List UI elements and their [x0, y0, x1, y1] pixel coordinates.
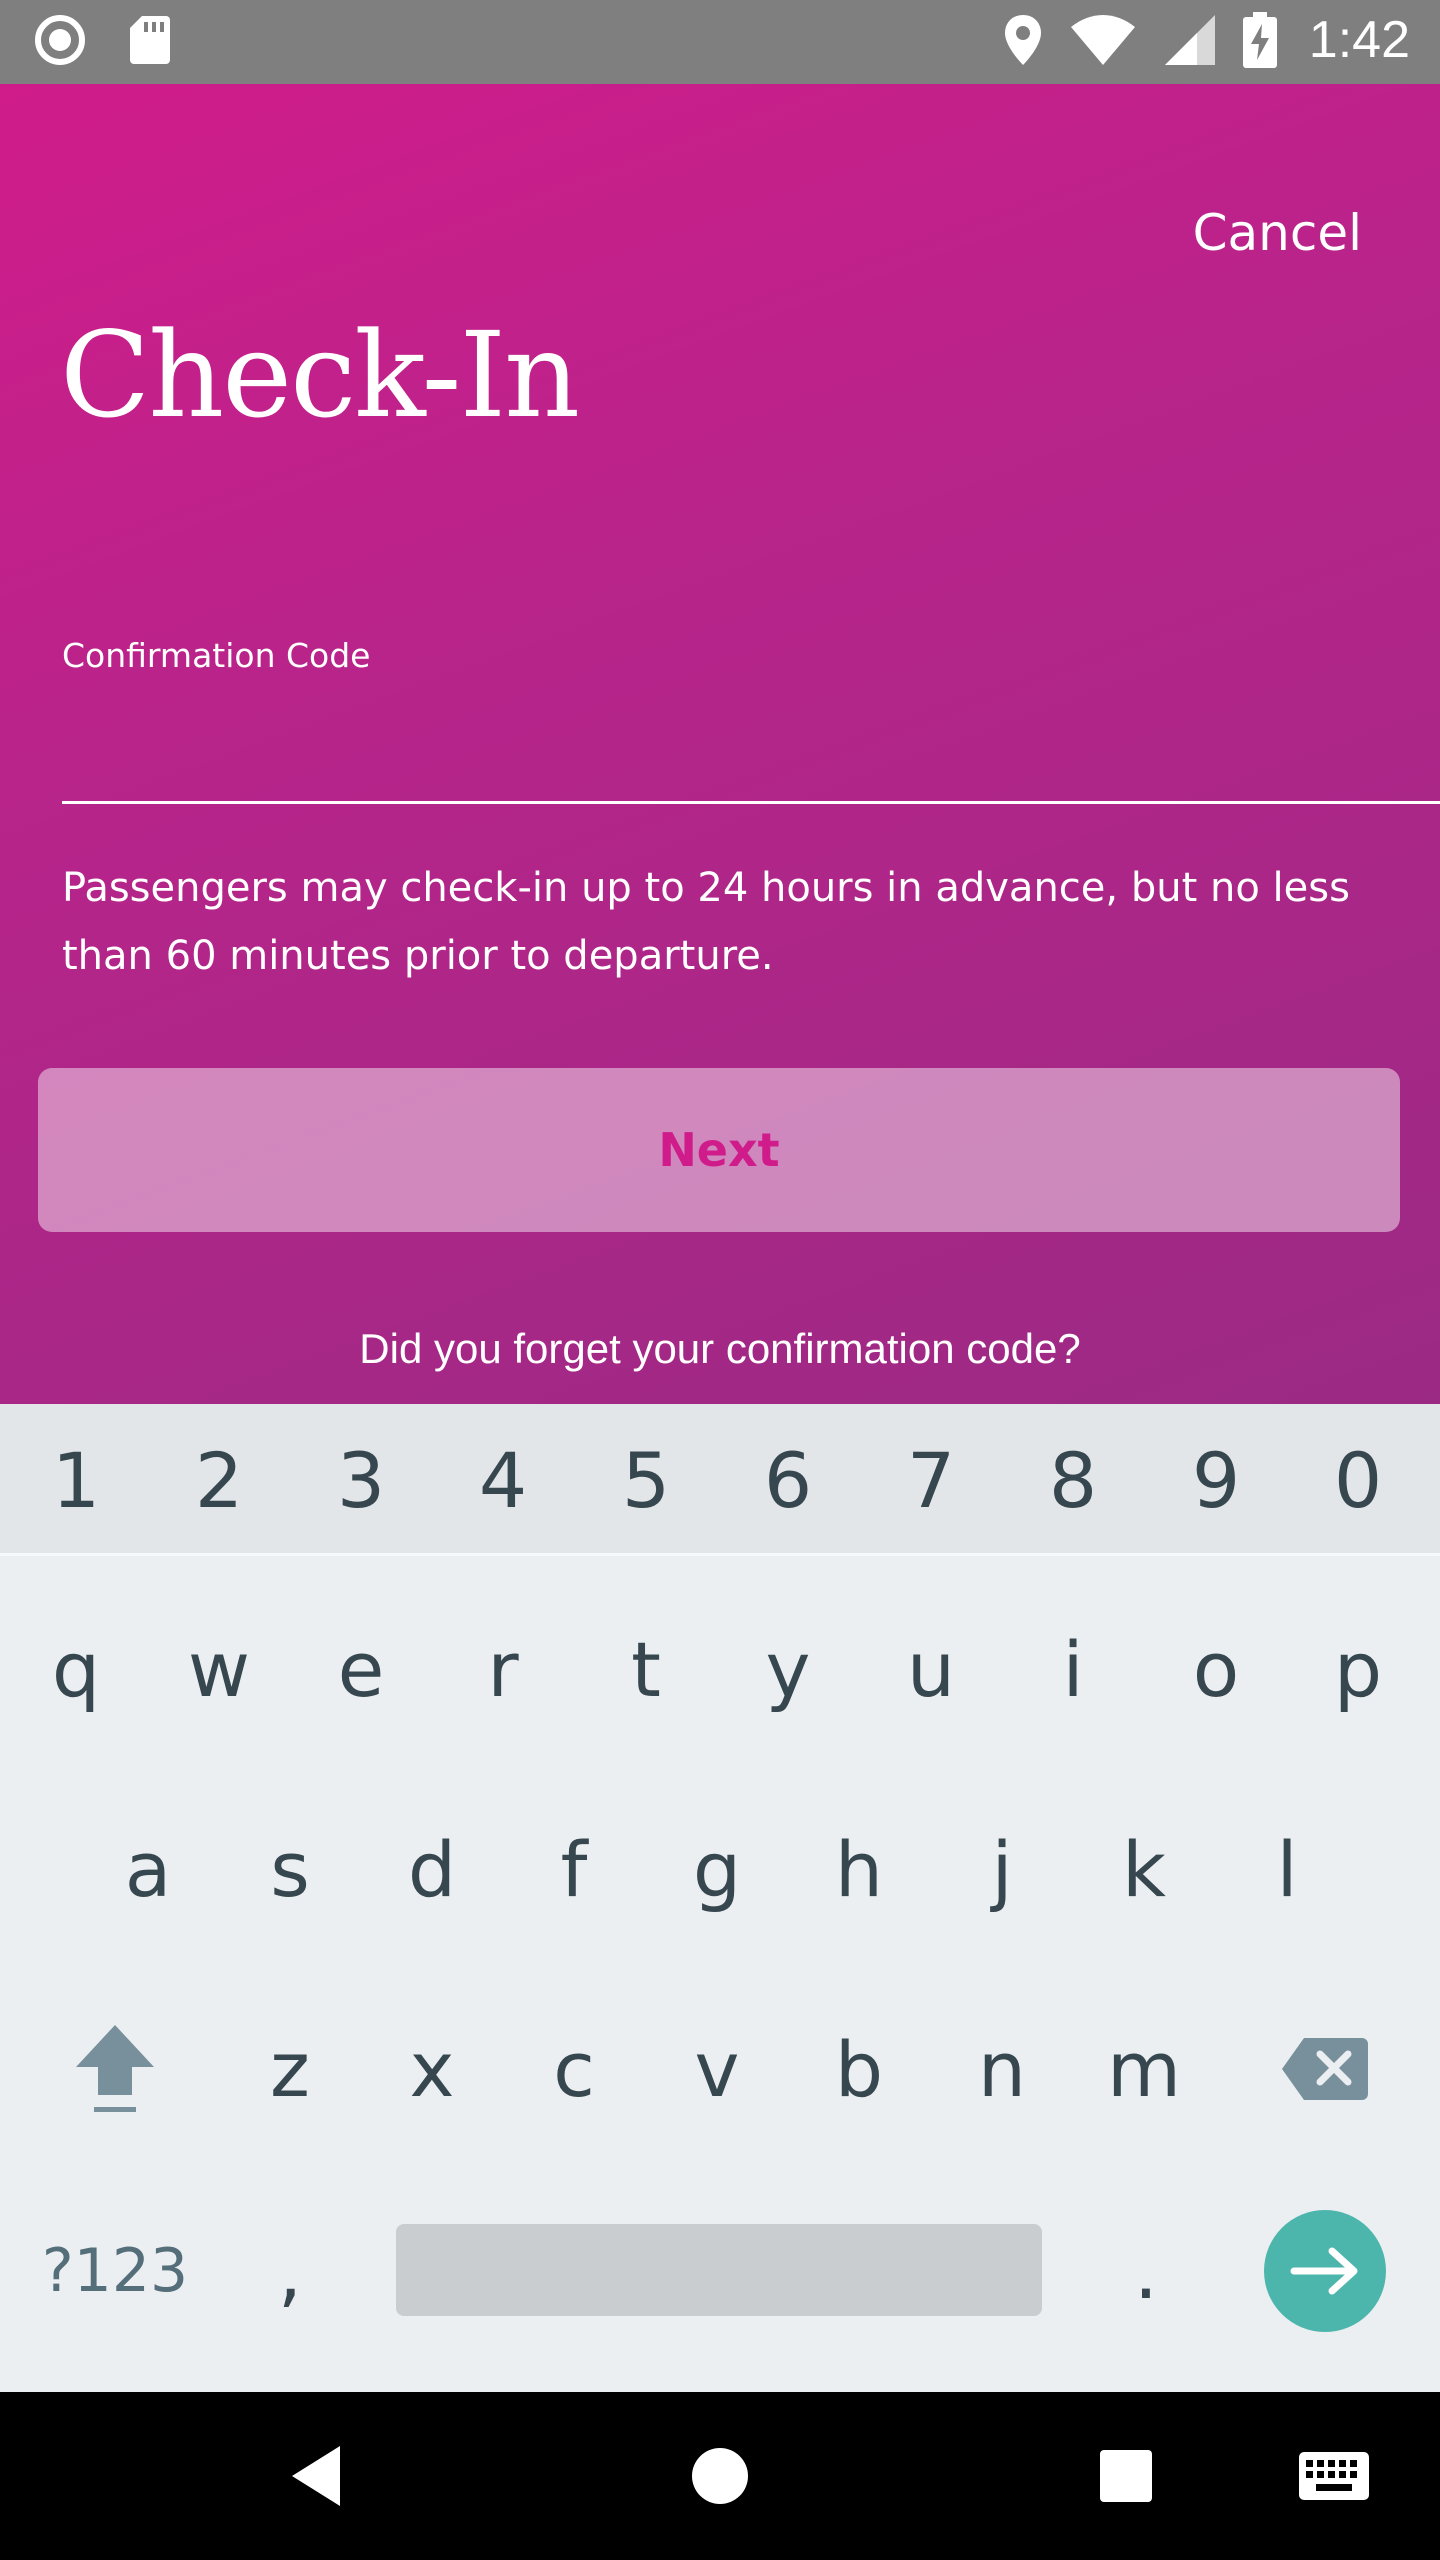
- location-icon: [1003, 13, 1043, 67]
- sd-card-icon: [128, 14, 172, 66]
- key-t[interactable]: t: [590, 1604, 702, 1734]
- key-d[interactable]: d: [376, 1804, 488, 1934]
- key-u[interactable]: u: [875, 1604, 987, 1734]
- symbols-key[interactable]: ?123: [30, 2210, 200, 2332]
- home-icon: [692, 2448, 748, 2504]
- key-1[interactable]: 1: [20, 1424, 132, 1536]
- keyboard-number-row: 1 2 3 4 5 6 7 8 9 0: [0, 1404, 1440, 1556]
- key-q[interactable]: q: [20, 1604, 132, 1734]
- key-h[interactable]: h: [803, 1804, 915, 1934]
- key-5[interactable]: 5: [590, 1424, 702, 1536]
- period-key[interactable]: .: [1090, 2210, 1202, 2332]
- key-s[interactable]: s: [234, 1804, 346, 1934]
- key-2[interactable]: 2: [163, 1424, 275, 1536]
- key-i[interactable]: i: [1017, 1604, 1129, 1734]
- status-bar: 1:42: [0, 0, 1440, 84]
- space-key[interactable]: [396, 2224, 1042, 2316]
- key-c[interactable]: c: [518, 2004, 630, 2134]
- key-4[interactable]: 4: [447, 1424, 559, 1536]
- key-r[interactable]: r: [447, 1604, 559, 1734]
- key-l[interactable]: l: [1231, 1804, 1343, 1934]
- soft-keyboard: 1 2 3 4 5 6 7 8 9 0 q w e r t y u i o p …: [0, 1404, 1440, 2392]
- confirmation-code-input[interactable]: [62, 724, 1440, 804]
- forgot-confirmation-link[interactable]: Did you forget your confirmation code?: [0, 1324, 1440, 1374]
- back-icon: [292, 2446, 340, 2506]
- key-9[interactable]: 9: [1160, 1424, 1272, 1536]
- key-z[interactable]: z: [234, 2004, 346, 2134]
- key-k[interactable]: k: [1088, 1804, 1200, 1934]
- keyboard-switch-button[interactable]: [1254, 2392, 1414, 2560]
- page-title: Check-In: [60, 306, 580, 444]
- key-a[interactable]: a: [92, 1804, 204, 1934]
- navigation-bar: [0, 2392, 1440, 2560]
- shift-key[interactable]: [50, 2004, 180, 2134]
- key-3[interactable]: 3: [305, 1424, 417, 1536]
- comma-key[interactable]: ,: [234, 2210, 346, 2332]
- key-y[interactable]: y: [732, 1604, 844, 1734]
- key-8[interactable]: 8: [1017, 1424, 1129, 1536]
- key-x[interactable]: x: [376, 2004, 488, 2134]
- key-0[interactable]: 0: [1302, 1424, 1414, 1536]
- key-7[interactable]: 7: [875, 1424, 987, 1536]
- wifi-icon: [1069, 13, 1137, 67]
- key-g[interactable]: g: [661, 1804, 773, 1934]
- back-button[interactable]: [236, 2392, 396, 2560]
- enter-key[interactable]: [1264, 2210, 1386, 2332]
- check-in-info-text: Passengers may check-in up to 24 hours i…: [62, 865, 1350, 979]
- key-f[interactable]: f: [518, 1804, 630, 1934]
- battery-charging-icon: [1242, 12, 1277, 68]
- recents-button[interactable]: [1046, 2392, 1206, 2560]
- key-b[interactable]: b: [803, 2004, 915, 2134]
- key-e[interactable]: e: [305, 1604, 417, 1734]
- status-clock: 1:42: [1308, 11, 1410, 69]
- key-v[interactable]: v: [661, 2004, 773, 2134]
- key-j[interactable]: j: [946, 1804, 1058, 1934]
- next-button[interactable]: Next: [38, 1068, 1400, 1232]
- key-o[interactable]: o: [1160, 1604, 1272, 1734]
- record-icon: [34, 14, 86, 66]
- key-p[interactable]: p: [1302, 1604, 1414, 1734]
- cell-signal-icon: [1163, 13, 1217, 67]
- arrow-right-icon: [1290, 2247, 1358, 2295]
- home-button[interactable]: [640, 2392, 800, 2560]
- recents-icon: [1100, 2450, 1152, 2502]
- keyboard-icon: [1299, 2452, 1369, 2500]
- shift-icon: [76, 2025, 154, 2112]
- backspace-key[interactable]: [1260, 2004, 1390, 2134]
- check-in-screen: Cancel Check-In Confirmation Code Passen…: [0, 84, 1440, 1404]
- backspace-icon: [1282, 2038, 1368, 2100]
- key-w[interactable]: w: [163, 1604, 275, 1734]
- key-n[interactable]: n: [946, 2004, 1058, 2134]
- confirmation-code-label: Confirmation Code: [62, 636, 371, 675]
- cancel-button[interactable]: Cancel: [1193, 204, 1362, 262]
- key-6[interactable]: 6: [732, 1424, 844, 1536]
- key-m[interactable]: m: [1088, 2004, 1200, 2134]
